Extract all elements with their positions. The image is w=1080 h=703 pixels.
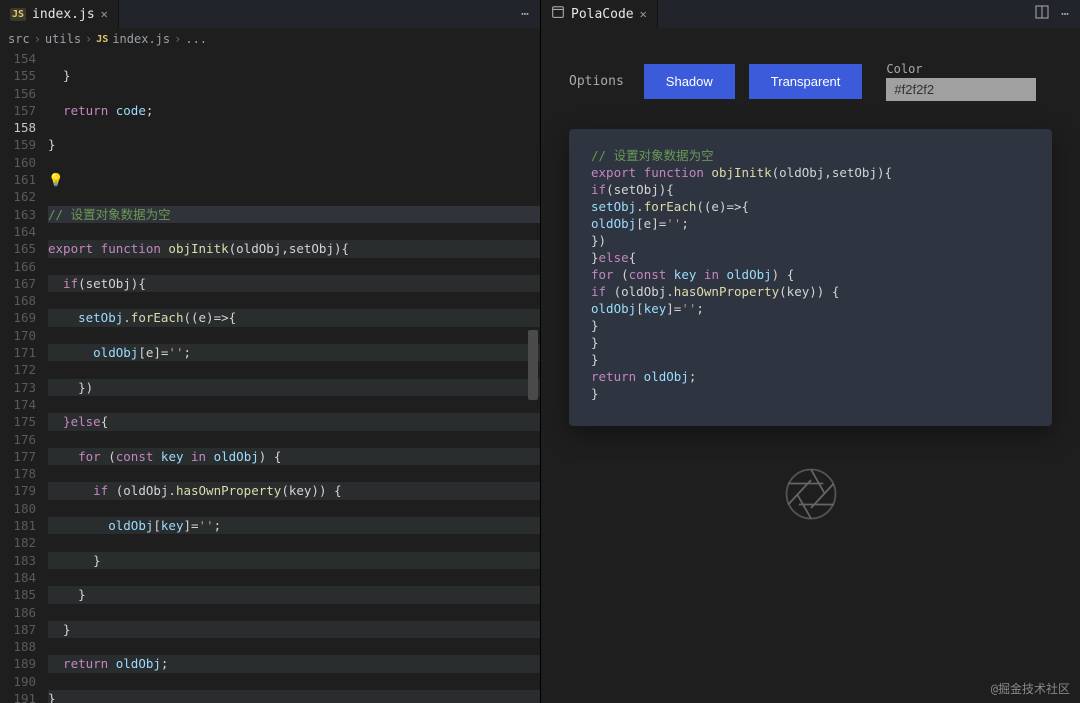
close-icon[interactable]: ✕ — [101, 7, 108, 21]
code-area[interactable]: } return code; } 💡 // 设置对象数据为空 export fu… — [48, 50, 540, 703]
tab-index-js[interactable]: JS index.js ✕ — [0, 0, 119, 28]
right-tab-bar: PolaCode ✕ ⋯ — [541, 0, 1080, 28]
watermark: @掘金技术社区 — [991, 680, 1070, 697]
transparent-button[interactable]: Transparent — [749, 64, 863, 99]
breadcrumb-seg[interactable]: utils — [45, 32, 81, 46]
close-icon[interactable]: ✕ — [640, 7, 647, 21]
code-editor[interactable]: 1541551561571581591601611621631641651661… — [0, 50, 540, 703]
lightbulb-icon[interactable]: 💡 — [48, 172, 64, 187]
chevron-right-icon: › — [174, 32, 181, 46]
scrollbar-thumb[interactable] — [528, 330, 538, 400]
options-label: Options — [569, 74, 624, 89]
color-input[interactable] — [886, 78, 1036, 101]
left-tab-bar: JS index.js ✕ ⋯ — [0, 0, 540, 28]
line-gutter: 1541551561571581591601611621631641651661… — [0, 50, 48, 703]
options-row: Options Shadow Transparent Color — [569, 62, 1052, 101]
tab-polacode[interactable]: PolaCode ✕ — [541, 0, 658, 28]
shutter-icon[interactable] — [783, 466, 839, 522]
tab-filename: index.js — [32, 7, 95, 22]
code-line: // 设置对象数据为空 — [48, 207, 171, 222]
js-file-icon: JS — [96, 34, 108, 45]
more-icon[interactable]: ⋯ — [1061, 7, 1070, 22]
preview-icon — [551, 5, 565, 23]
code-line: } — [48, 68, 71, 83]
tab-title: PolaCode — [571, 7, 634, 22]
breadcrumb: src › utils › JS index.js › ... — [0, 28, 540, 50]
color-label: Color — [886, 62, 1036, 76]
breadcrumb-tail[interactable]: ... — [185, 32, 207, 46]
split-editor-icon[interactable] — [1035, 5, 1049, 23]
code-snippet-card: // 设置对象数据为空 export function objInitk(old… — [569, 129, 1052, 426]
chevron-right-icon: › — [85, 32, 92, 46]
breadcrumb-seg[interactable]: src — [8, 32, 30, 46]
more-icon[interactable]: ⋯ — [521, 7, 530, 22]
shadow-button[interactable]: Shadow — [644, 64, 735, 99]
chevron-right-icon: › — [34, 32, 41, 46]
breadcrumb-seg[interactable]: index.js — [112, 32, 170, 46]
js-file-icon: JS — [10, 8, 26, 21]
